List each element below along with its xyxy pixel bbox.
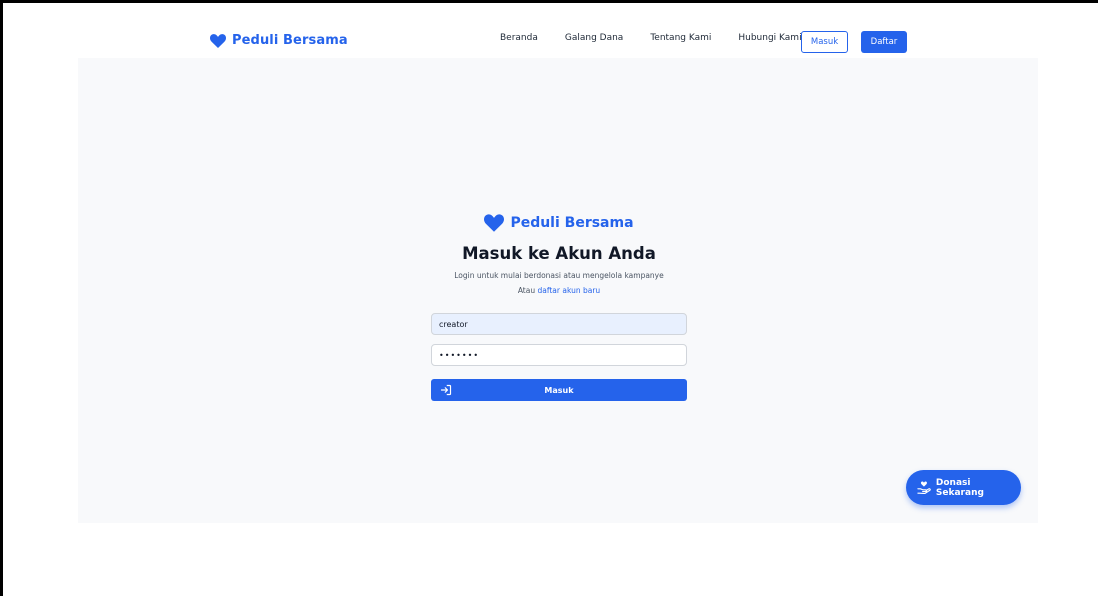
- navbar: Peduli Bersama Beranda Galang Dana Tenta…: [3, 3, 1098, 58]
- username-field[interactable]: creator: [431, 313, 687, 335]
- login-brand-name: Peduli Bersama: [510, 215, 634, 231]
- main-content: Peduli Bersama Masuk ke Akun Anda Login …: [78, 58, 1038, 523]
- donate-now-label: Donasi Sekarang: [935, 477, 984, 498]
- heart-icon: [210, 33, 226, 48]
- login-submit-button[interactable]: Masuk: [431, 379, 687, 401]
- login-card: Peduli Bersama Masuk ke Akun Anda Login …: [431, 214, 687, 401]
- nav-menu: Beranda Galang Dana Tentang Kami Hubungi…: [500, 33, 829, 43]
- nav-login-button[interactable]: Masuk: [801, 31, 848, 53]
- hand-heart-icon: [917, 481, 931, 494]
- page-title: Masuk ke Akun Anda: [462, 244, 656, 263]
- login-submit-label: Masuk: [544, 385, 574, 395]
- heart-icon: [484, 214, 505, 232]
- nav-link-hubungi-kami[interactable]: Hubungi Kami: [738, 33, 801, 43]
- sign-in-icon: [440, 384, 452, 396]
- register-prompt-prefix: Atau: [517, 286, 536, 295]
- register-link[interactable]: daftar akun baru: [538, 286, 601, 295]
- register-prompt: Atau daftar akun baru: [431, 286, 687, 295]
- brand-name: Peduli Bersama: [232, 33, 348, 48]
- nav-register-button[interactable]: Daftar: [861, 31, 907, 53]
- nav-link-beranda[interactable]: Beranda: [500, 33, 538, 43]
- brand-logo[interactable]: Peduli Bersama: [210, 33, 348, 48]
- donate-now-button[interactable]: Donasi Sekarang: [906, 470, 1021, 505]
- nav-link-galang-dana[interactable]: Galang Dana: [565, 33, 623, 43]
- nav-link-tentang-kami[interactable]: Tentang Kami: [650, 33, 711, 43]
- login-brand: Peduli Bersama: [431, 214, 687, 232]
- password-field[interactable]: •••••••: [431, 344, 687, 366]
- login-subtitle: Login untuk mulai berdonasi atau mengelo…: [454, 271, 664, 280]
